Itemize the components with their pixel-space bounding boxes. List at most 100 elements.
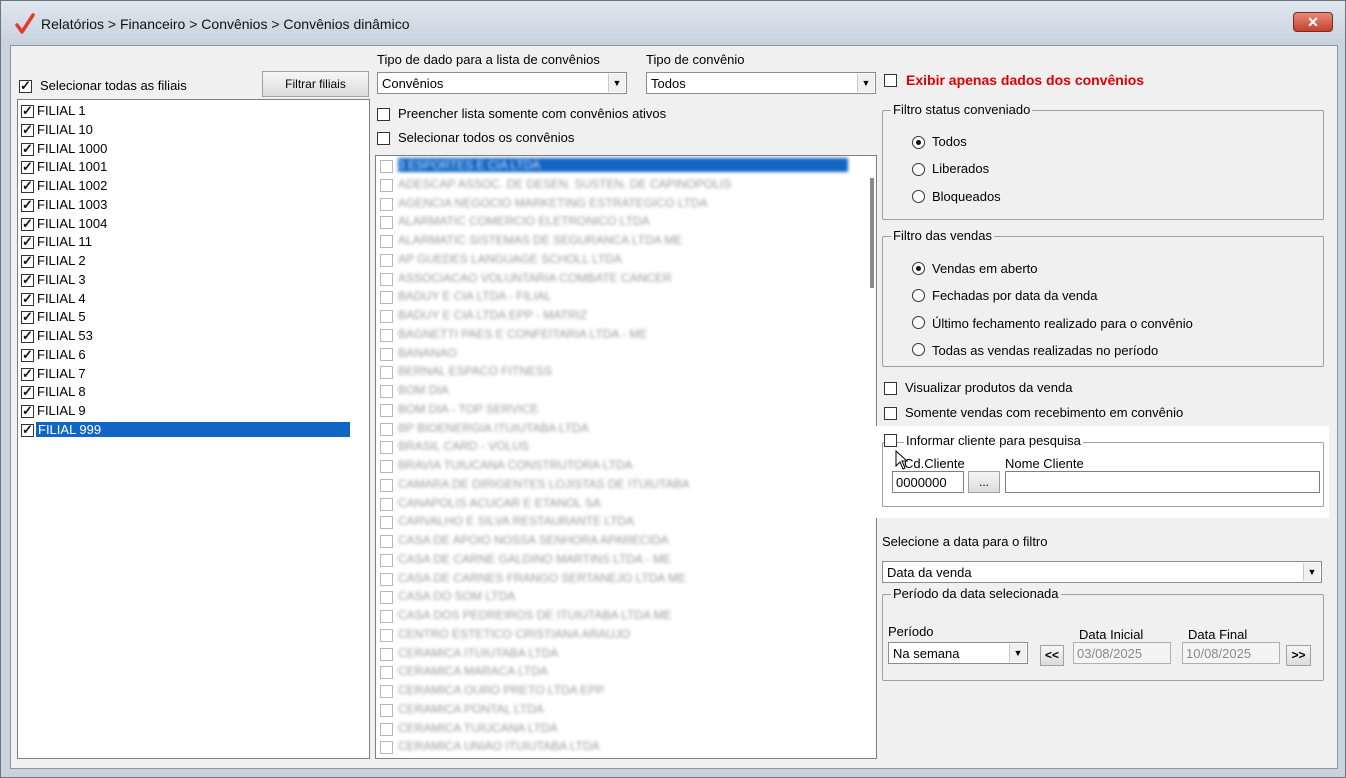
filial-checkbox[interactable] xyxy=(21,366,34,382)
convenio-row[interactable]: AP GUEDES LANGUAGE SCHOLL LTDA xyxy=(376,251,856,270)
convenio-row[interactable]: CERAMICA ITUIUTABA LTDA xyxy=(376,645,856,664)
browse-cliente-button[interactable]: ... xyxy=(968,471,1000,493)
convenio-row[interactable]: BERNAL ESPACO FITNESS xyxy=(376,363,856,382)
convenio-row[interactable]: CENTRO ESTETICO CRISTIANA ARAUJO xyxy=(376,626,856,645)
convenio-checkbox[interactable] xyxy=(380,197,393,211)
only-active-checkbox[interactable] xyxy=(377,108,390,121)
data-final-input[interactable]: 10/08/2025 xyxy=(1182,642,1280,664)
convenio-checkbox[interactable] xyxy=(380,628,393,642)
periodo-select[interactable]: Na semana ▼ xyxy=(888,642,1028,664)
convenio-row[interactable]: CERAMICA OURO PRETO LTDA EPP xyxy=(376,682,856,701)
convenio-checkbox[interactable] xyxy=(380,572,393,586)
convenio-checkbox[interactable] xyxy=(380,497,393,511)
filial-row[interactable]: FILIAL 5 xyxy=(18,308,368,327)
convenio-checkbox[interactable] xyxy=(380,647,393,661)
convenio-checkbox[interactable] xyxy=(380,328,393,342)
filial-row[interactable]: FILIAL 2 xyxy=(18,252,368,271)
convenio-checkbox[interactable] xyxy=(380,235,393,248)
convenio-row[interactable]: CERAMICA PONTAL LTDA xyxy=(376,701,856,720)
informar-cliente-checkbox[interactable] xyxy=(884,434,897,447)
tipo-convenio-select[interactable]: Todos ▼ xyxy=(646,72,876,94)
convenio-checkbox[interactable] xyxy=(380,610,393,623)
filial-checkbox[interactable] xyxy=(21,234,34,250)
convenio-checkbox[interactable] xyxy=(380,722,393,736)
convenios-list[interactable]: 3 ESPORTES E CIA LTDA ADESCAP ASSOC. DE D… xyxy=(375,155,877,759)
convenio-checkbox[interactable] xyxy=(380,460,393,473)
convenio-checkbox[interactable] xyxy=(380,703,393,717)
convenio-row[interactable]: BOM DIA xyxy=(376,382,856,401)
convenio-row[interactable]: 3 ESPORTES E CIA LTDA xyxy=(376,157,856,176)
chevron-down-icon[interactable]: ▼ xyxy=(1009,644,1026,662)
filial-checkbox[interactable] xyxy=(21,328,34,344)
convenio-checkbox[interactable] xyxy=(380,347,393,361)
radio-bloqueados[interactable] xyxy=(912,190,925,203)
filial-checkbox[interactable] xyxy=(21,347,34,363)
convenio-row[interactable]: AGENCIA NEGOCIO MARKETING ESTRATEGICO LT… xyxy=(376,195,856,214)
convenio-row[interactable]: CARVALHO E SILVA RESTAURANTE LTDA xyxy=(376,513,856,532)
convenio-checkbox[interactable] xyxy=(380,272,393,286)
next-period-button[interactable]: >> xyxy=(1286,645,1311,666)
scrollbar-thumb[interactable] xyxy=(870,178,874,288)
filter-filiais-button[interactable]: Filtrar filiais xyxy=(262,71,369,97)
convenio-checkbox[interactable] xyxy=(380,685,393,698)
filial-row[interactable]: FILIAL 4 xyxy=(18,290,368,309)
convenio-row[interactable]: ALARMATIC SISTEMAS DE SEGURANCA LTDA ME xyxy=(376,232,856,251)
filial-checkbox[interactable] xyxy=(21,159,34,175)
filial-checkbox[interactable] xyxy=(21,122,34,138)
convenio-checkbox[interactable] xyxy=(380,291,393,305)
prev-period-button[interactable]: << xyxy=(1040,645,1064,666)
radio-vendas-aberto[interactable] xyxy=(912,262,925,275)
data-inicial-input[interactable]: 03/08/2025 xyxy=(1073,642,1171,664)
convenio-row[interactable]: ALARMATIC COMERCIO ELETRONICO LTDA xyxy=(376,213,856,232)
convenio-checkbox[interactable] xyxy=(380,366,393,380)
convenio-row[interactable]: CASA DE APOIO NOSSA SENHORA APARECIDA xyxy=(376,532,856,551)
convenio-row[interactable]: CASA DOS PEDREIROS DE ITUIUTABA LTDA ME xyxy=(376,607,856,626)
convenio-row[interactable]: CANAPOLIS ACUCAR E ETANOL SA xyxy=(376,495,856,514)
chevron-down-icon[interactable]: ▼ xyxy=(608,74,625,92)
filial-row[interactable]: FILIAL 53 xyxy=(18,327,368,346)
filial-checkbox[interactable] xyxy=(21,309,34,325)
filial-row[interactable]: FILIAL 1000 xyxy=(18,140,368,159)
radio-todos[interactable] xyxy=(912,136,925,149)
convenio-row[interactable]: CERAMICA TUIUCANA LTDA xyxy=(376,720,856,739)
convenio-checkbox[interactable] xyxy=(380,385,393,398)
filial-checkbox[interactable] xyxy=(21,253,34,269)
filial-checkbox[interactable] xyxy=(21,141,34,157)
somente-convenio-checkbox[interactable] xyxy=(884,407,897,420)
radio-fechadas[interactable] xyxy=(912,289,925,302)
chevron-down-icon[interactable]: ▼ xyxy=(857,74,874,92)
convenio-row[interactable]: BANANAO xyxy=(376,345,856,364)
convenio-row[interactable]: BP BIOENERGIA ITUIUTABA LTDA xyxy=(376,420,856,439)
filial-row[interactable]: FILIAL 10 xyxy=(18,121,368,140)
nome-cliente-input[interactable] xyxy=(1005,471,1320,493)
convenio-checkbox[interactable] xyxy=(380,535,393,548)
convenio-checkbox[interactable] xyxy=(380,553,393,567)
filial-row[interactable]: FILIAL 1 xyxy=(18,102,368,121)
convenio-checkbox[interactable] xyxy=(380,253,393,267)
radio-ultimo-fechamento[interactable] xyxy=(912,316,925,329)
filial-checkbox[interactable] xyxy=(21,216,34,232)
data-filtro-select[interactable]: Data da venda ▼ xyxy=(882,561,1322,583)
filial-row[interactable]: FILIAL 999 xyxy=(18,421,368,440)
filial-checkbox[interactable] xyxy=(21,384,34,400)
convenio-row[interactable]: BRAVIA TUIUCANA CONSTRUTORA LTDA xyxy=(376,457,856,476)
convenio-checkbox[interactable] xyxy=(380,741,393,755)
convenio-row[interactable]: ASSOCIACAO VOLUNTARIA COMBATE CANCER xyxy=(376,270,856,289)
tipo-dado-select[interactable]: Convênios ▼ xyxy=(377,72,627,94)
convenio-checkbox[interactable] xyxy=(380,591,393,605)
filial-row[interactable]: FILIAL 1003 xyxy=(18,196,368,215)
radio-todas-vendas[interactable] xyxy=(912,343,925,356)
filial-checkbox[interactable] xyxy=(21,272,34,288)
convenio-checkbox[interactable] xyxy=(380,310,393,323)
convenio-row[interactable]: BADUY E CIA LTDA - FILIAL xyxy=(376,288,856,307)
visualizar-produtos-checkbox[interactable] xyxy=(884,382,897,395)
convenio-row[interactable]: CASA DO SOM LTDA xyxy=(376,588,856,607)
convenio-row[interactable]: BOM DIA - TOP SERVICE xyxy=(376,401,856,420)
filial-row[interactable]: FILIAL 8 xyxy=(18,383,368,402)
convenio-checkbox[interactable] xyxy=(380,403,393,417)
convenio-row[interactable]: CASA DE CARNE GALDINO MARTINS LTDA - ME xyxy=(376,551,856,570)
chevron-down-icon[interactable]: ▼ xyxy=(1303,563,1320,581)
filial-row[interactable]: FILIAL 7 xyxy=(18,365,368,384)
radio-liberados[interactable] xyxy=(912,163,925,176)
convenio-row[interactable]: BADUY E CIA LTDA EPP - MATRIZ xyxy=(376,307,856,326)
